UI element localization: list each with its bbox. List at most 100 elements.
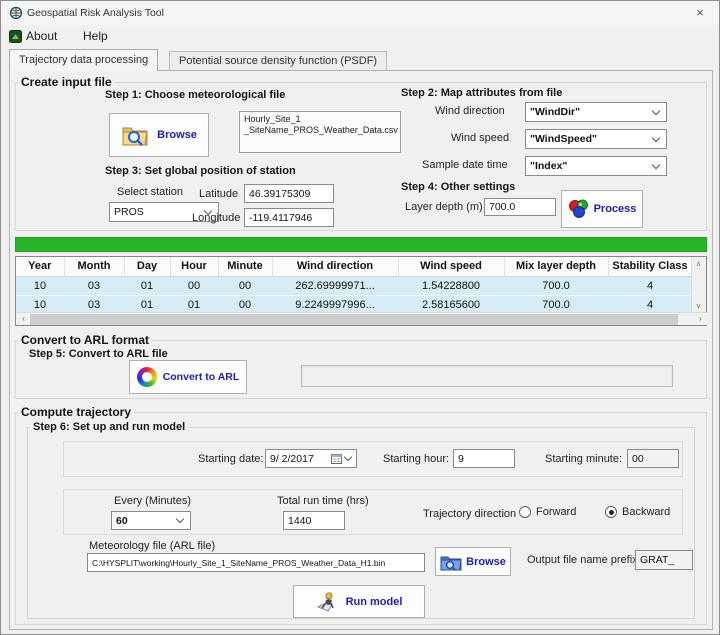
process-button[interactable]: Process	[561, 190, 643, 228]
wind-speed-combobox[interactable]: "WindSpeed"	[525, 129, 667, 149]
starting-minute-input[interactable]	[627, 449, 679, 468]
browse-arl-label: Browse	[466, 556, 506, 568]
longitude-label: Longitude	[192, 212, 240, 224]
browse-met-file-button[interactable]: Browse	[109, 113, 209, 157]
about-icon	[9, 30, 22, 43]
total-run-time-label: Total run time (hrs)	[277, 495, 369, 507]
step3-title: Step 3: Set global position of station	[105, 165, 296, 177]
chevron-down-icon	[176, 515, 184, 523]
output-prefix-input[interactable]	[635, 550, 693, 570]
total-run-time-input[interactable]	[283, 511, 345, 530]
group-convert-arl-title: Convert to ARL format	[18, 333, 152, 347]
every-minutes-label: Every (Minutes)	[114, 495, 191, 507]
meteorology-file-label: Meteorology file (ARL file)	[89, 540, 215, 552]
tab-trajectory-label: Trajectory data processing	[19, 54, 148, 66]
wind-direction-combobox[interactable]: "WindDir"	[525, 102, 667, 122]
cell: 03	[64, 276, 124, 295]
starting-minute-label: Starting minute:	[545, 453, 622, 465]
table-row: 10 03 01 00 00 262.69999971... 1.5422880…	[16, 276, 692, 295]
starting-hour-input[interactable]	[453, 449, 515, 468]
backward-radio-label: Backward	[622, 506, 670, 518]
menu-bar	[1, 25, 719, 47]
radio-selected-icon	[605, 506, 617, 518]
scroll-down-icon[interactable]: ˅	[692, 301, 705, 312]
menu-item-about[interactable]: About	[9, 27, 57, 45]
cell: 1.54228800	[398, 276, 504, 295]
weather-data-table: Year Month Day Hour Minute Wind directio…	[15, 256, 707, 326]
cell: 10	[16, 276, 64, 295]
wind-direction-label: Wind direction	[435, 105, 505, 117]
convert-to-arl-button[interactable]: Convert to ARL	[129, 360, 247, 394]
chevron-down-icon	[344, 453, 352, 461]
chevron-down-icon	[652, 106, 660, 114]
every-minutes-value: 60	[116, 515, 128, 527]
col-wind-speed: Wind speed	[398, 257, 504, 276]
scroll-right-icon[interactable]: ›	[694, 313, 707, 324]
horizontal-scrollbar[interactable]: ‹ ›	[16, 312, 708, 325]
window-title: Geospatial Risk Analysis Tool	[27, 7, 164, 19]
close-button[interactable]: ×	[687, 3, 713, 22]
met-file-name-line1: Hourly_Site_1	[244, 114, 396, 125]
chevron-down-icon	[652, 160, 660, 168]
tab-psdf-label: Potential source density function (PSDF)	[179, 55, 377, 67]
forward-radio[interactable]: Forward	[519, 506, 576, 518]
sample-date-time-combobox[interactable]: "Index"	[525, 156, 667, 176]
process-progressbar	[15, 237, 707, 252]
starting-date-picker[interactable]: 9/ 2/2017	[265, 449, 357, 468]
col-mix-layer-depth: Mix layer depth	[504, 257, 608, 276]
every-minutes-combobox[interactable]: 60	[111, 511, 191, 530]
col-wind-direction: Wind direction	[272, 257, 398, 276]
meteorology-file-input[interactable]	[87, 553, 425, 572]
menu-item-about-label: About	[26, 27, 57, 45]
col-year: Year	[16, 257, 64, 276]
blue-folder-search-icon	[440, 553, 462, 571]
run-model-button[interactable]: Run model	[293, 585, 425, 618]
step2-title: Step 2: Map attributes from file	[401, 87, 562, 99]
latitude-label: Latitude	[199, 188, 238, 200]
scroll-left-icon[interactable]: ‹	[17, 313, 30, 324]
step5-title: Step 5: Convert to ARL file	[29, 348, 168, 360]
trajectory-direction-label: Trajectory direction	[423, 508, 516, 520]
cell: 700.0	[504, 276, 608, 295]
cell: 01	[124, 276, 170, 295]
scroll-up-icon[interactable]: ˄	[692, 259, 705, 270]
step1-title: Step 1: Choose meteorological file	[105, 89, 285, 101]
layer-depth-input[interactable]	[484, 198, 556, 216]
cell: 4	[608, 276, 692, 295]
col-stability-class: Stability Class	[608, 257, 692, 276]
longitude-input[interactable]	[244, 208, 334, 227]
run-model-icon	[316, 591, 340, 613]
sample-date-time-label: Sample date time	[422, 159, 508, 171]
station-value: PROS	[114, 206, 144, 218]
tab-psdf[interactable]: Potential source density function (PSDF)	[169, 51, 387, 70]
backward-radio[interactable]: Backward	[605, 506, 670, 518]
wind-direction-value: "WindDir"	[530, 106, 580, 118]
cell: 262.69999971...	[272, 276, 398, 295]
browse-arl-button[interactable]: Browse	[435, 547, 511, 576]
process-label: Process	[594, 203, 637, 215]
menu-item-help[interactable]: Help	[83, 27, 108, 45]
chevron-down-icon	[652, 133, 660, 141]
table-header-row: Year Month Day Hour Minute Wind directio…	[16, 257, 692, 276]
output-prefix-label: Output file name prefix	[527, 554, 638, 566]
close-icon: ×	[696, 5, 704, 20]
forward-radio-label: Forward	[536, 506, 576, 518]
color-ring-icon	[137, 367, 157, 387]
col-minute: Minute	[218, 257, 272, 276]
starting-hour-label: Starting hour:	[383, 453, 449, 465]
tab-trajectory-data-processing[interactable]: Trajectory data processing	[9, 49, 158, 71]
group-compute-trajectory-title: Compute trajectory	[18, 405, 134, 419]
latitude-input[interactable]	[244, 184, 334, 203]
wind-speed-value: "WindSpeed"	[530, 133, 597, 145]
title-bar: Geospatial Risk Analysis Tool ×	[1, 1, 719, 25]
cell: 00	[218, 276, 272, 295]
col-hour: Hour	[170, 257, 218, 276]
met-file-name-box[interactable]: Hourly_Site_1 _SiteName_PROS_Weather_Dat…	[239, 111, 401, 153]
starting-date-label: Starting date:	[198, 453, 263, 465]
folder-search-icon	[121, 122, 151, 148]
app-icon	[9, 6, 23, 20]
sample-date-time-value: "Index"	[530, 160, 567, 172]
vertical-scrollbar[interactable]: ˄ ˅	[691, 257, 706, 314]
run-model-label: Run model	[346, 596, 403, 608]
horizontal-scroll-thumb[interactable]	[30, 314, 678, 325]
